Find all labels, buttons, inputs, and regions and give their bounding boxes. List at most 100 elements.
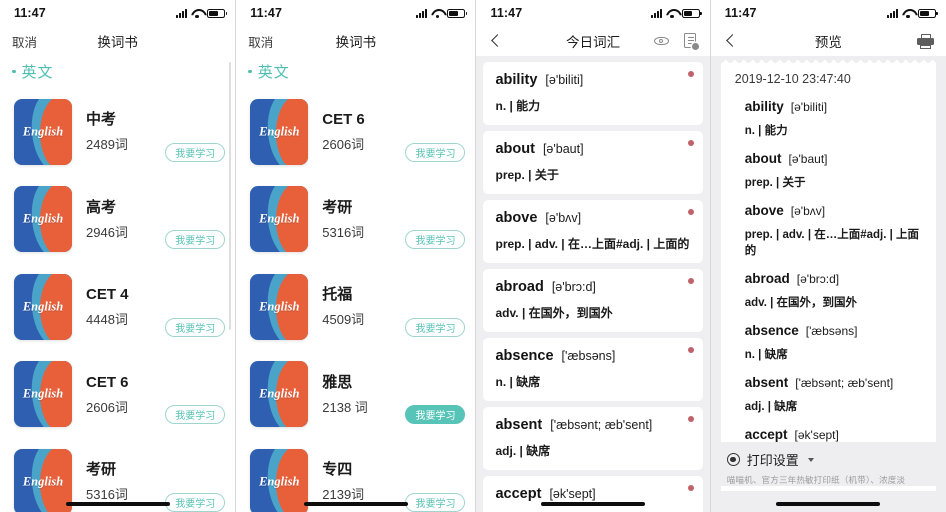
book-cover: English: [250, 186, 309, 253]
cover-label: English: [22, 124, 64, 139]
list-item[interactable]: English CET 6 2606词 我要学习: [0, 351, 235, 439]
receipt-timestamp: 2019-12-10 23:47:40: [734, 72, 851, 86]
battery-icon: [207, 8, 228, 18]
word-card[interactable]: above [ə'bʌv] prep. | adv. | 在…上面#adj. | …: [483, 200, 703, 263]
study-button[interactable]: 我要学习: [165, 230, 226, 249]
word-text: absent: [495, 417, 543, 433]
word-text: above: [744, 203, 784, 218]
list-item[interactable]: English 高考 2946词 我要学习: [0, 176, 235, 264]
word-text: absence: [495, 348, 554, 364]
status-dot-icon[interactable]: [687, 278, 694, 284]
scrollbar[interactable]: [229, 62, 232, 330]
word-text: abroad: [744, 271, 790, 286]
word-text: absence: [744, 323, 799, 338]
list-item[interactable]: English 雅思 2138 词 我要学习: [236, 351, 475, 439]
print-settings-row[interactable]: 打印设置: [726, 450, 946, 469]
list-item[interactable]: English 考研 5316词 我要学习: [236, 176, 475, 264]
word-definition: n. | 缺席: [744, 349, 788, 361]
word-card[interactable]: absence ['æbsəns] n. | 缺席: [483, 338, 703, 401]
status-dot-icon[interactable]: [687, 485, 694, 491]
word-phonetic: ['æbsənt; æb'sent]: [795, 376, 894, 390]
book-name: CET 4: [86, 286, 129, 304]
back-icon[interactable]: [723, 33, 739, 49]
status-dot-icon[interactable]: [687, 71, 694, 77]
list-item[interactable]: English 考研 5316词 我要学习: [0, 438, 235, 512]
book-name: 雅思: [322, 373, 353, 391]
cancel-button[interactable]: 取消: [12, 32, 37, 51]
page-title: 预览: [814, 35, 842, 50]
book-word-count: 2946词: [86, 224, 128, 240]
wifi-icon: [902, 9, 914, 19]
print-settings-bar[interactable]: 打印设置 喵喵机、官方三年热敏打印纸（机带）、浓度淡: [710, 442, 946, 486]
list-item[interactable]: English 托福 4509词 我要学习: [236, 263, 475, 351]
wordbook-list[interactable]: 英文 English CET 6 2606词 我要学习 English 考研 5…: [236, 56, 476, 512]
study-button[interactable]: 我要学习: [165, 142, 226, 162]
receipt-paper: 2019-12-10 23:47:40 ability [ə'biliti] n.…: [720, 56, 937, 491]
wordbook-list[interactable]: 英文 English 中考 2489词 我要学习 English 高考 2946…: [0, 56, 236, 512]
list-item[interactable]: English CET 4 4448词 我要学习: [0, 263, 235, 351]
word-definition: prep. | adv. | 在…上面#adj. | 上面的: [495, 237, 690, 251]
book-name: 专四: [322, 461, 353, 479]
screen-change-wordbook-2: 11:47 取消 换词书 英文 English CET 6 2606词 我要学习…: [236, 0, 476, 512]
word-card[interactable]: accept[ək'sept] vt. | 接受: [483, 476, 703, 512]
cover-label: English: [22, 474, 64, 489]
chevron-down-icon[interactable]: [807, 457, 814, 462]
status-bar: 11:47: [710, 0, 946, 26]
word-text: absent: [744, 375, 789, 390]
printer-icon[interactable]: [917, 33, 934, 49]
study-button[interactable]: 我要学习: [165, 317, 226, 337]
battery-icon: [918, 8, 938, 18]
word-card[interactable]: about [ə'baut] prep. | 关于: [483, 131, 703, 194]
section-label: 英文: [21, 64, 54, 81]
study-button[interactable]: 我要学习: [165, 492, 226, 512]
study-button[interactable]: 我要学习: [405, 142, 466, 162]
word-phonetic: [ək'sept]: [794, 428, 839, 442]
word-text: accept: [744, 427, 788, 442]
status-dot-icon[interactable]: [687, 140, 694, 146]
radio-icon[interactable]: [726, 453, 740, 466]
screen-change-wordbook-1: 11:47 取消 换词书 英文 English 中考 2489词 我要学习 En…: [0, 0, 236, 512]
word-text: about: [744, 151, 782, 166]
word-card[interactable]: abroad [ə'brɔ:d] adv. | 在国外，到国外: [483, 269, 703, 332]
screen-preview: 11:47 预览 2019-12-10 23:47:40 ability [ə'b…: [710, 0, 946, 512]
book-word-count: 5316词: [322, 224, 365, 240]
back-icon[interactable]: [488, 33, 504, 49]
study-button[interactable]: 我要学习: [405, 492, 466, 512]
study-button[interactable]: 我要学习: [165, 405, 226, 424]
vocabulary-card-list[interactable]: ability [ə'biliti] n. | 能力 about [ə'baut] …: [476, 56, 710, 512]
document-icon[interactable]: [683, 33, 699, 50]
study-button[interactable]: 我要学习: [405, 230, 466, 249]
word-card[interactable]: ability [ə'biliti] n. | 能力: [483, 62, 703, 125]
status-dot-icon[interactable]: [687, 416, 694, 422]
receipt-word-entry: ability [ə'biliti] n. | 能力: [745, 99, 922, 138]
list-item[interactable]: English 专四 2139词 我要学习: [236, 438, 475, 512]
book-name: 托福: [322, 286, 353, 304]
list-item[interactable]: English CET 6 2606词 我要学习: [236, 88, 475, 176]
book-cover: English: [14, 98, 72, 165]
word-phonetic: [ə'bʌv]: [790, 204, 826, 218]
cancel-button[interactable]: 取消: [248, 32, 273, 51]
book-meta: 考研 5316词: [322, 200, 399, 239]
print-preview-area[interactable]: 2019-12-10 23:47:40 ability [ə'biliti] n.…: [710, 56, 946, 512]
list-item[interactable]: English 中考 2489词 我要学习: [0, 88, 235, 176]
book-name: 高考: [86, 198, 117, 216]
word-phonetic: ['æbsənt; æb'sent]: [550, 418, 653, 432]
word-definition: prep. | 关于: [495, 168, 559, 182]
book-cover: English: [14, 361, 72, 428]
status-dot-icon[interactable]: [687, 209, 694, 215]
status-time: 11:47: [250, 6, 283, 20]
word-definition: adv. | 在国外，到国外: [744, 297, 858, 309]
word-card[interactable]: absent ['æbsənt; æb'sent] adj. | 缺席: [483, 407, 703, 470]
eye-icon[interactable]: [653, 34, 669, 49]
signal-icon: [887, 8, 898, 18]
book-word-count: 4509词: [322, 312, 365, 328]
book-word-count: 2138 词: [322, 399, 368, 415]
book-cover: English: [14, 186, 72, 253]
status-bar: 11:47: [476, 0, 710, 26]
word-text: above: [495, 210, 538, 226]
word-definition: adj. | 缺席: [495, 444, 551, 458]
study-button[interactable]: 我要学习: [405, 317, 466, 337]
status-dot-icon[interactable]: [687, 347, 694, 353]
screen-today-vocabulary: 11:47 今日词汇 ability [ə'biliti] n. | 能力 abo: [476, 0, 710, 512]
study-button-selected[interactable]: 我要学习: [405, 405, 466, 424]
